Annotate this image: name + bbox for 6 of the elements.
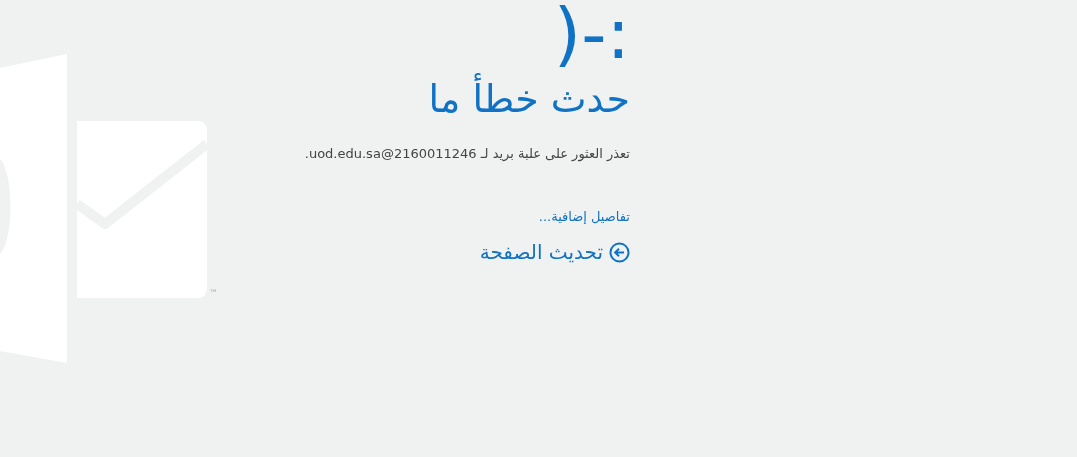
error-message: تعذر العثور على علبة بريد لـ 2160011246@uod.edu.sa. [304, 146, 630, 161]
sad-emoticon: :-( [553, 0, 630, 74]
details-link[interactable]: تفاصيل إضافية... [538, 209, 630, 224]
error-title: حدث خطأ ما [428, 74, 630, 124]
refresh-link[interactable]: تحديث الصفحة [479, 240, 630, 264]
trademark-mark: ™ [209, 288, 218, 298]
